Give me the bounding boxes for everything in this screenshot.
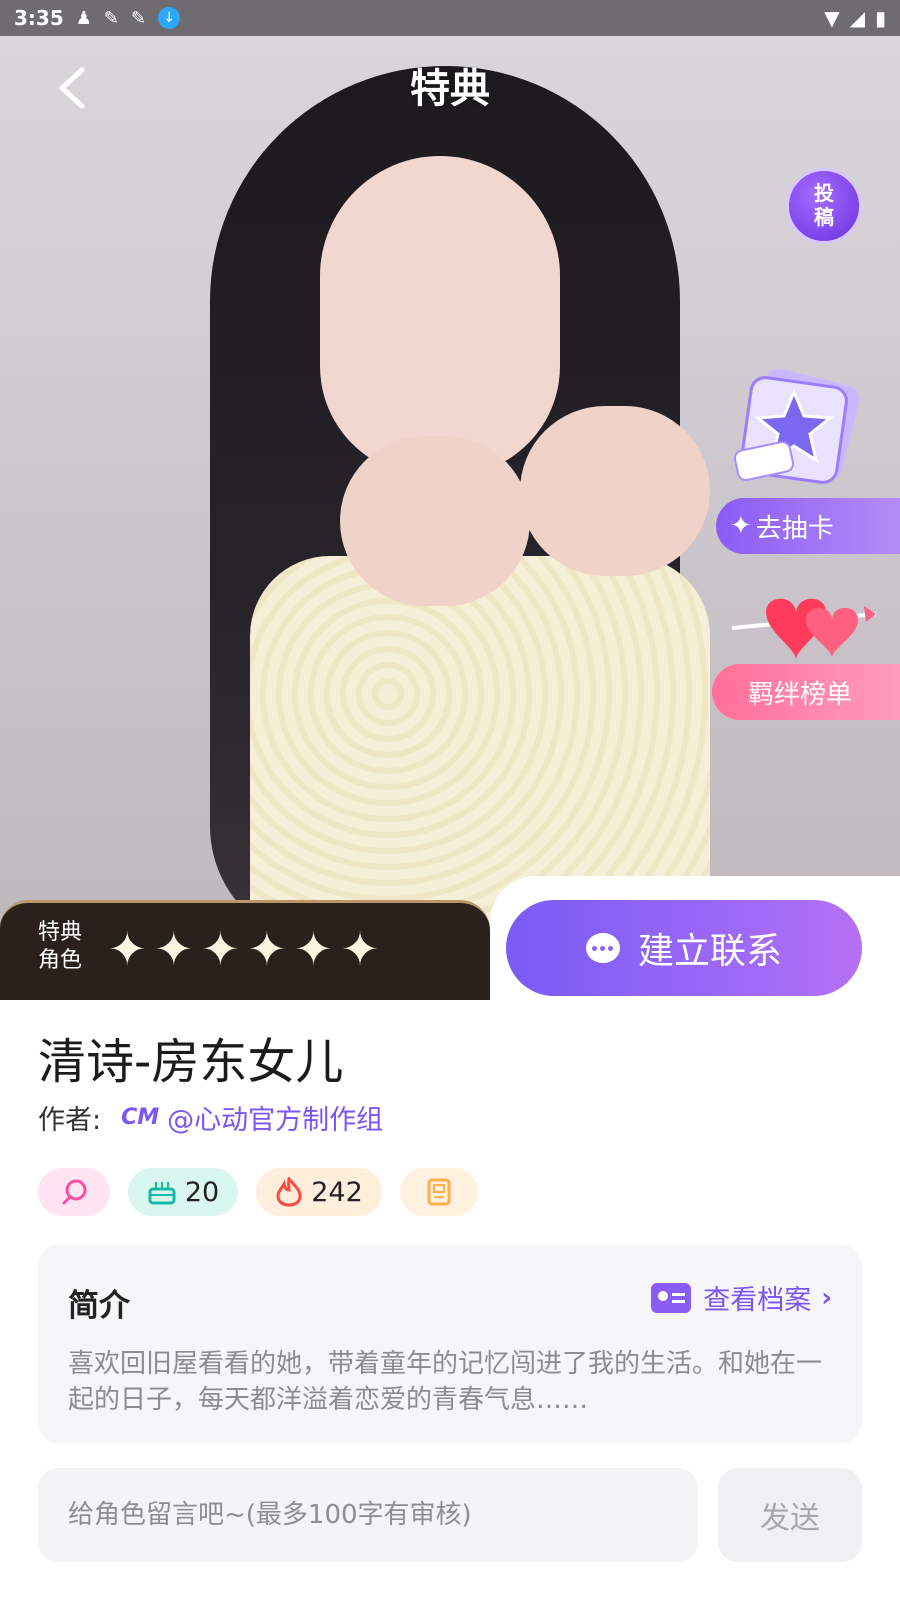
rating-label-line1: 特典: [38, 920, 83, 945]
hearts-icon[interactable]: [726, 582, 886, 672]
wifi-icon: ▼: [824, 6, 840, 30]
person-icon: ♟: [75, 7, 92, 29]
tag-chat[interactable]: [38, 1168, 110, 1216]
author-link[interactable]: @心动官方制作组: [167, 1098, 383, 1137]
status-time: 3:35: [14, 6, 64, 30]
tag-device[interactable]: [400, 1168, 478, 1216]
view-profile-link[interactable]: 查看档案 ›: [651, 1278, 832, 1317]
author-logo-icon: CM: [121, 1105, 160, 1130]
sparkle-icon: ✦: [730, 511, 752, 541]
device-icon: [427, 1178, 451, 1206]
rating-stars: ✦ ✦ ✦ ✦ ✦ ✦: [108, 923, 379, 975]
tag-birthday[interactable]: 20: [128, 1168, 238, 1216]
id-card-icon: [651, 1282, 692, 1313]
message-input[interactable]: [38, 1468, 698, 1562]
rating-strip: 特典 角色 ✦ ✦ ✦ ✦ ✦ ✦: [0, 900, 490, 1000]
wrench-icon: ✎: [130, 7, 147, 29]
tag-birthday-value: 20: [184, 1176, 220, 1208]
download-icon: ↓: [158, 7, 181, 29]
author-row: 作者: CM @心动官方制作组: [38, 1098, 383, 1137]
signal-icon: ◢: [849, 6, 865, 30]
bond-ranking-button[interactable]: 羁绊榜单: [712, 664, 900, 720]
draw-card-button[interactable]: ✦ 去抽卡: [716, 498, 900, 554]
author-label: 作者:: [38, 1105, 102, 1136]
character-name: 清诗-房东女儿: [38, 1034, 344, 1090]
card-pack-icon[interactable]: [728, 362, 878, 492]
star-icon: ✦: [294, 922, 333, 976]
flame-icon: [276, 1177, 302, 1207]
intro-card: 简介 查看档案 › 喜欢回旧屋看看的她，带着童年的记忆闯进了我的生活。和她在一起…: [38, 1244, 862, 1444]
send-button[interactable]: 发送: [718, 1468, 862, 1562]
connect-button[interactable]: 建立联系: [506, 900, 862, 996]
star-icon: ✦: [154, 922, 194, 976]
chat-icon: [585, 933, 620, 963]
tag-popularity-value: 242: [311, 1176, 363, 1208]
star-icon: ✦: [247, 922, 287, 976]
chevron-right-icon: ›: [821, 1282, 832, 1313]
rating-label-line2: 角色: [38, 948, 83, 973]
tag-row: 20 242: [38, 1168, 478, 1216]
battery-icon: ▮: [874, 6, 886, 30]
status-bar: 3:35 ♟ ✎ ✎ ↓ ▼ ◢ ▮: [0, 0, 900, 36]
star-icon: ✦: [201, 922, 240, 976]
intro-title: 简介: [68, 1288, 130, 1324]
star-icon: ✦: [108, 922, 147, 976]
star-icon: ✦: [340, 922, 380, 976]
submit-button[interactable]: 投 稿: [786, 168, 862, 244]
chat-heart-icon: [62, 1179, 87, 1205]
cake-icon: [148, 1182, 176, 1205]
intro-text: 喜欢回旧屋看看的她，带着童年的记忆闯进了我的生活。和她在一起的日子，每天都洋溢着…: [68, 1349, 823, 1415]
tag-popularity[interactable]: 242: [256, 1168, 382, 1216]
character-detail-page: 3:35 ♟ ✎ ✎ ↓ ▼ ◢ ▮ 特典 投 稿 ✦ 去抽卡 羁绊榜单 特典 …: [0, 0, 900, 1600]
page-title: 特典: [410, 66, 490, 112]
wrench-icon: ✎: [103, 7, 119, 29]
